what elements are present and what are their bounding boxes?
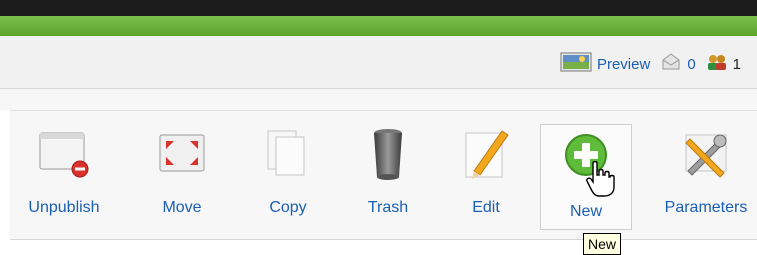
status-items: Preview 0 1 <box>560 51 741 77</box>
unpublish-label: Unpublish <box>28 199 100 216</box>
message-icon <box>660 52 682 76</box>
move-button[interactable]: Move <box>152 121 212 233</box>
copy-button[interactable]: Copy <box>258 121 318 233</box>
preview-link[interactable]: Preview <box>560 51 650 77</box>
users-online-count: 1 <box>732 55 741 73</box>
preview-icon <box>560 51 592 77</box>
toolbar: Unpublish Move Copy Trash Edit New Param… <box>10 110 757 240</box>
trash-button[interactable]: Trash <box>358 121 418 233</box>
trash-icon <box>360 125 416 181</box>
move-icon <box>154 125 210 181</box>
copy-icon <box>260 125 316 181</box>
spacer <box>0 89 757 110</box>
hand-cursor-icon <box>585 160 615 202</box>
edit-button[interactable]: Edit <box>456 121 516 233</box>
messages-count: 0 <box>687 55 696 73</box>
parameters-button[interactable]: Parameters <box>656 121 756 233</box>
edit-label: Edit <box>472 199 500 216</box>
new-tooltip: New <box>583 233 622 255</box>
move-label: Move <box>162 199 202 216</box>
status-bar: Preview 0 1 <box>0 36 757 89</box>
unpublish-button[interactable]: Unpublish <box>24 121 104 233</box>
unpublish-icon <box>36 125 92 181</box>
trash-label: Trash <box>367 199 409 216</box>
users-online[interactable]: 1 <box>706 53 741 75</box>
top-header-bar <box>0 0 757 16</box>
users-icon <box>706 53 728 75</box>
parameters-icon <box>678 125 734 181</box>
messages-link[interactable]: 0 <box>660 52 696 76</box>
edit-icon <box>458 125 514 181</box>
preview-label: Preview <box>596 55 651 73</box>
top-accent-bar <box>0 16 757 36</box>
parameters-label: Parameters <box>664 199 748 216</box>
copy-label: Copy <box>269 199 307 216</box>
new-label: New <box>569 203 602 220</box>
